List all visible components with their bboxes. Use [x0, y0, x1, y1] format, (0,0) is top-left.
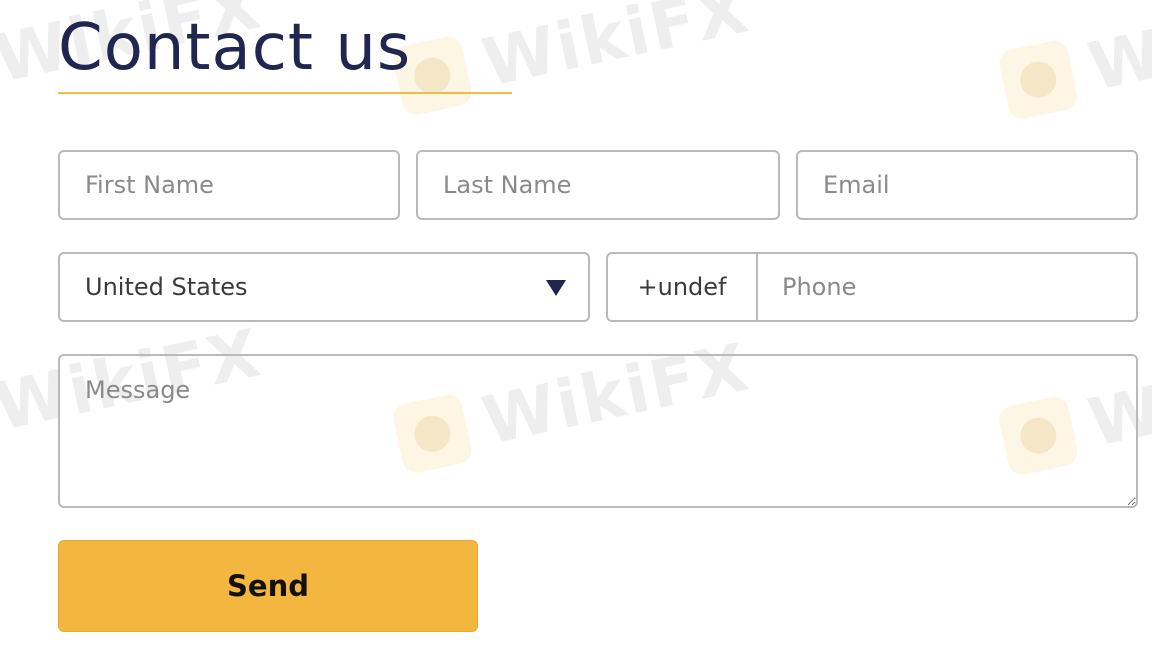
- phone-country-code[interactable]: +undef: [608, 254, 758, 320]
- email-field[interactable]: [796, 150, 1138, 220]
- phone-group: +undef: [606, 252, 1138, 322]
- watermark: WikiFX: [996, 0, 1152, 124]
- message-field[interactable]: [58, 354, 1138, 508]
- last-name-field[interactable]: [416, 150, 780, 220]
- watermark: WikiFX: [390, 0, 756, 120]
- chevron-down-icon: [546, 280, 566, 296]
- wikifx-logo-icon: [996, 37, 1080, 121]
- country-select[interactable]: United States: [58, 252, 590, 322]
- page-title: Contact us: [58, 11, 412, 85]
- send-button[interactable]: Send: [58, 540, 478, 632]
- country-selected-value: United States: [85, 273, 248, 301]
- title-underline: [58, 92, 512, 94]
- first-name-field[interactable]: [58, 150, 400, 220]
- phone-field[interactable]: [758, 254, 1136, 320]
